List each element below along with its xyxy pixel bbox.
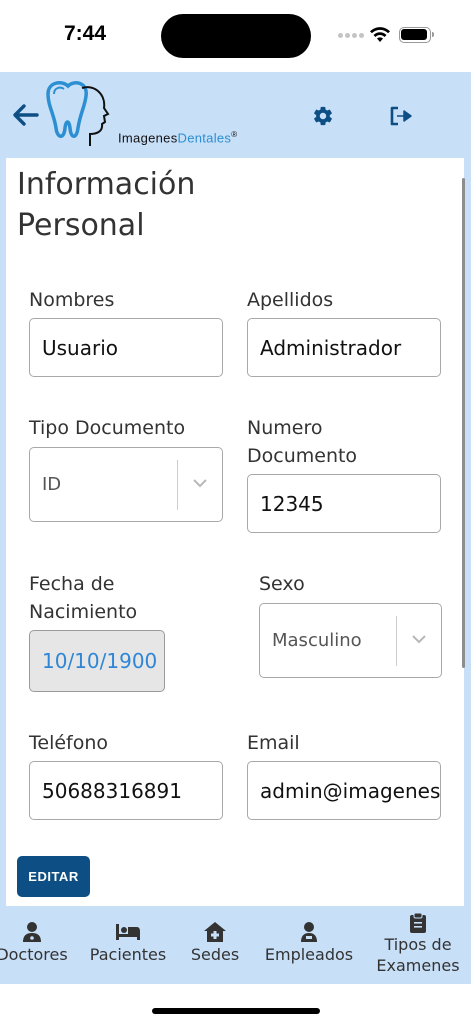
fecha-nacimiento-label: Fecha de Nacimiento — [29, 573, 138, 623]
content-area: Información Personal Nombres Usuario Ape… — [0, 158, 471, 906]
tooth-logo-icon — [46, 80, 110, 146]
logo-word-imagenes: Imagenes — [118, 130, 178, 146]
numero-documento-input[interactable]: 12345 — [247, 474, 441, 533]
tab-sedes[interactable]: Sedes — [180, 906, 250, 984]
tab-label: Sedes — [190, 945, 240, 964]
tab-label: Doctores — [0, 945, 68, 964]
telefono-label: Teléfono — [29, 732, 109, 754]
status-bar: 7:44 — [0, 0, 471, 72]
battery-icon — [399, 27, 434, 43]
bed-icon — [116, 924, 140, 940]
edit-button[interactable]: EDITAR — [17, 856, 90, 897]
nombres-input[interactable]: Usuario — [29, 318, 223, 377]
employee-icon — [301, 922, 317, 942]
status-time: 7:44 — [64, 22, 107, 45]
email-input[interactable]: admin@imagenesdentales.com — [247, 761, 441, 820]
registered-mark: ® — [231, 130, 238, 139]
tipo-documento-select[interactable]: ID — [29, 447, 223, 522]
telefono-input[interactable]: 50688316891 — [29, 761, 223, 820]
bottom-tab-bar: Doctores Pacientes Sedes Empleados Tipos… — [0, 906, 471, 984]
select-divider — [396, 616, 397, 666]
select-divider — [177, 460, 178, 510]
doctor-icon — [23, 922, 41, 942]
page-title: Información Personal — [17, 167, 196, 243]
tab-doctores[interactable]: Doctores — [0, 906, 78, 984]
personal-info-card: Información Personal Nombres Usuario Ape… — [6, 158, 464, 906]
logo-wordmark: ImagenesDentales® — [118, 130, 237, 145]
home-indicator-area — [0, 984, 471, 1024]
tab-empleados[interactable]: Empleados — [259, 906, 359, 984]
email-label: Email — [247, 732, 300, 754]
brand-logo: ImagenesDentales® — [44, 80, 254, 152]
apellidos-input[interactable]: Administrador — [247, 318, 441, 377]
clipboard-icon — [410, 912, 426, 933]
gear-icon[interactable] — [312, 105, 334, 127]
tab-label: Empleados — [264, 945, 354, 964]
logout-icon[interactable] — [389, 106, 413, 126]
logo-word-dentales: Dentales — [177, 130, 232, 146]
chevron-down-icon — [412, 635, 426, 644]
clinic-icon — [204, 922, 226, 942]
app-header: ImagenesDentales® — [0, 72, 471, 158]
sexo-label: Sexo — [259, 573, 305, 595]
tab-pacientes[interactable]: Pacientes — [84, 906, 172, 984]
tab-label: Pacientes — [89, 945, 167, 964]
back-arrow-icon[interactable] — [10, 99, 42, 131]
wifi-icon — [370, 27, 390, 42]
sexo-value: Masculino — [272, 630, 362, 651]
tab-tipos-de-examenes[interactable]: Tipos de Examenes — [366, 906, 470, 984]
numero-documento-label: Numero Documento — [247, 417, 358, 467]
fecha-nacimiento-input[interactable]: 10/10/1900 — [29, 630, 165, 692]
tipo-documento-value: ID — [42, 474, 62, 495]
home-indicator[interactable] — [152, 1008, 320, 1014]
scrollbar[interactable] — [462, 178, 465, 668]
tipo-documento-label: Tipo Documento — [29, 417, 186, 439]
cellular-signal-icon — [338, 33, 366, 39]
sexo-select[interactable]: Masculino — [259, 603, 442, 678]
nombres-label: Nombres — [29, 289, 115, 311]
tab-label: Tipos de Examenes — [376, 935, 460, 975]
apellidos-label: Apellidos — [247, 289, 334, 311]
chevron-down-icon — [193, 479, 207, 488]
dynamic-island — [161, 14, 311, 58]
